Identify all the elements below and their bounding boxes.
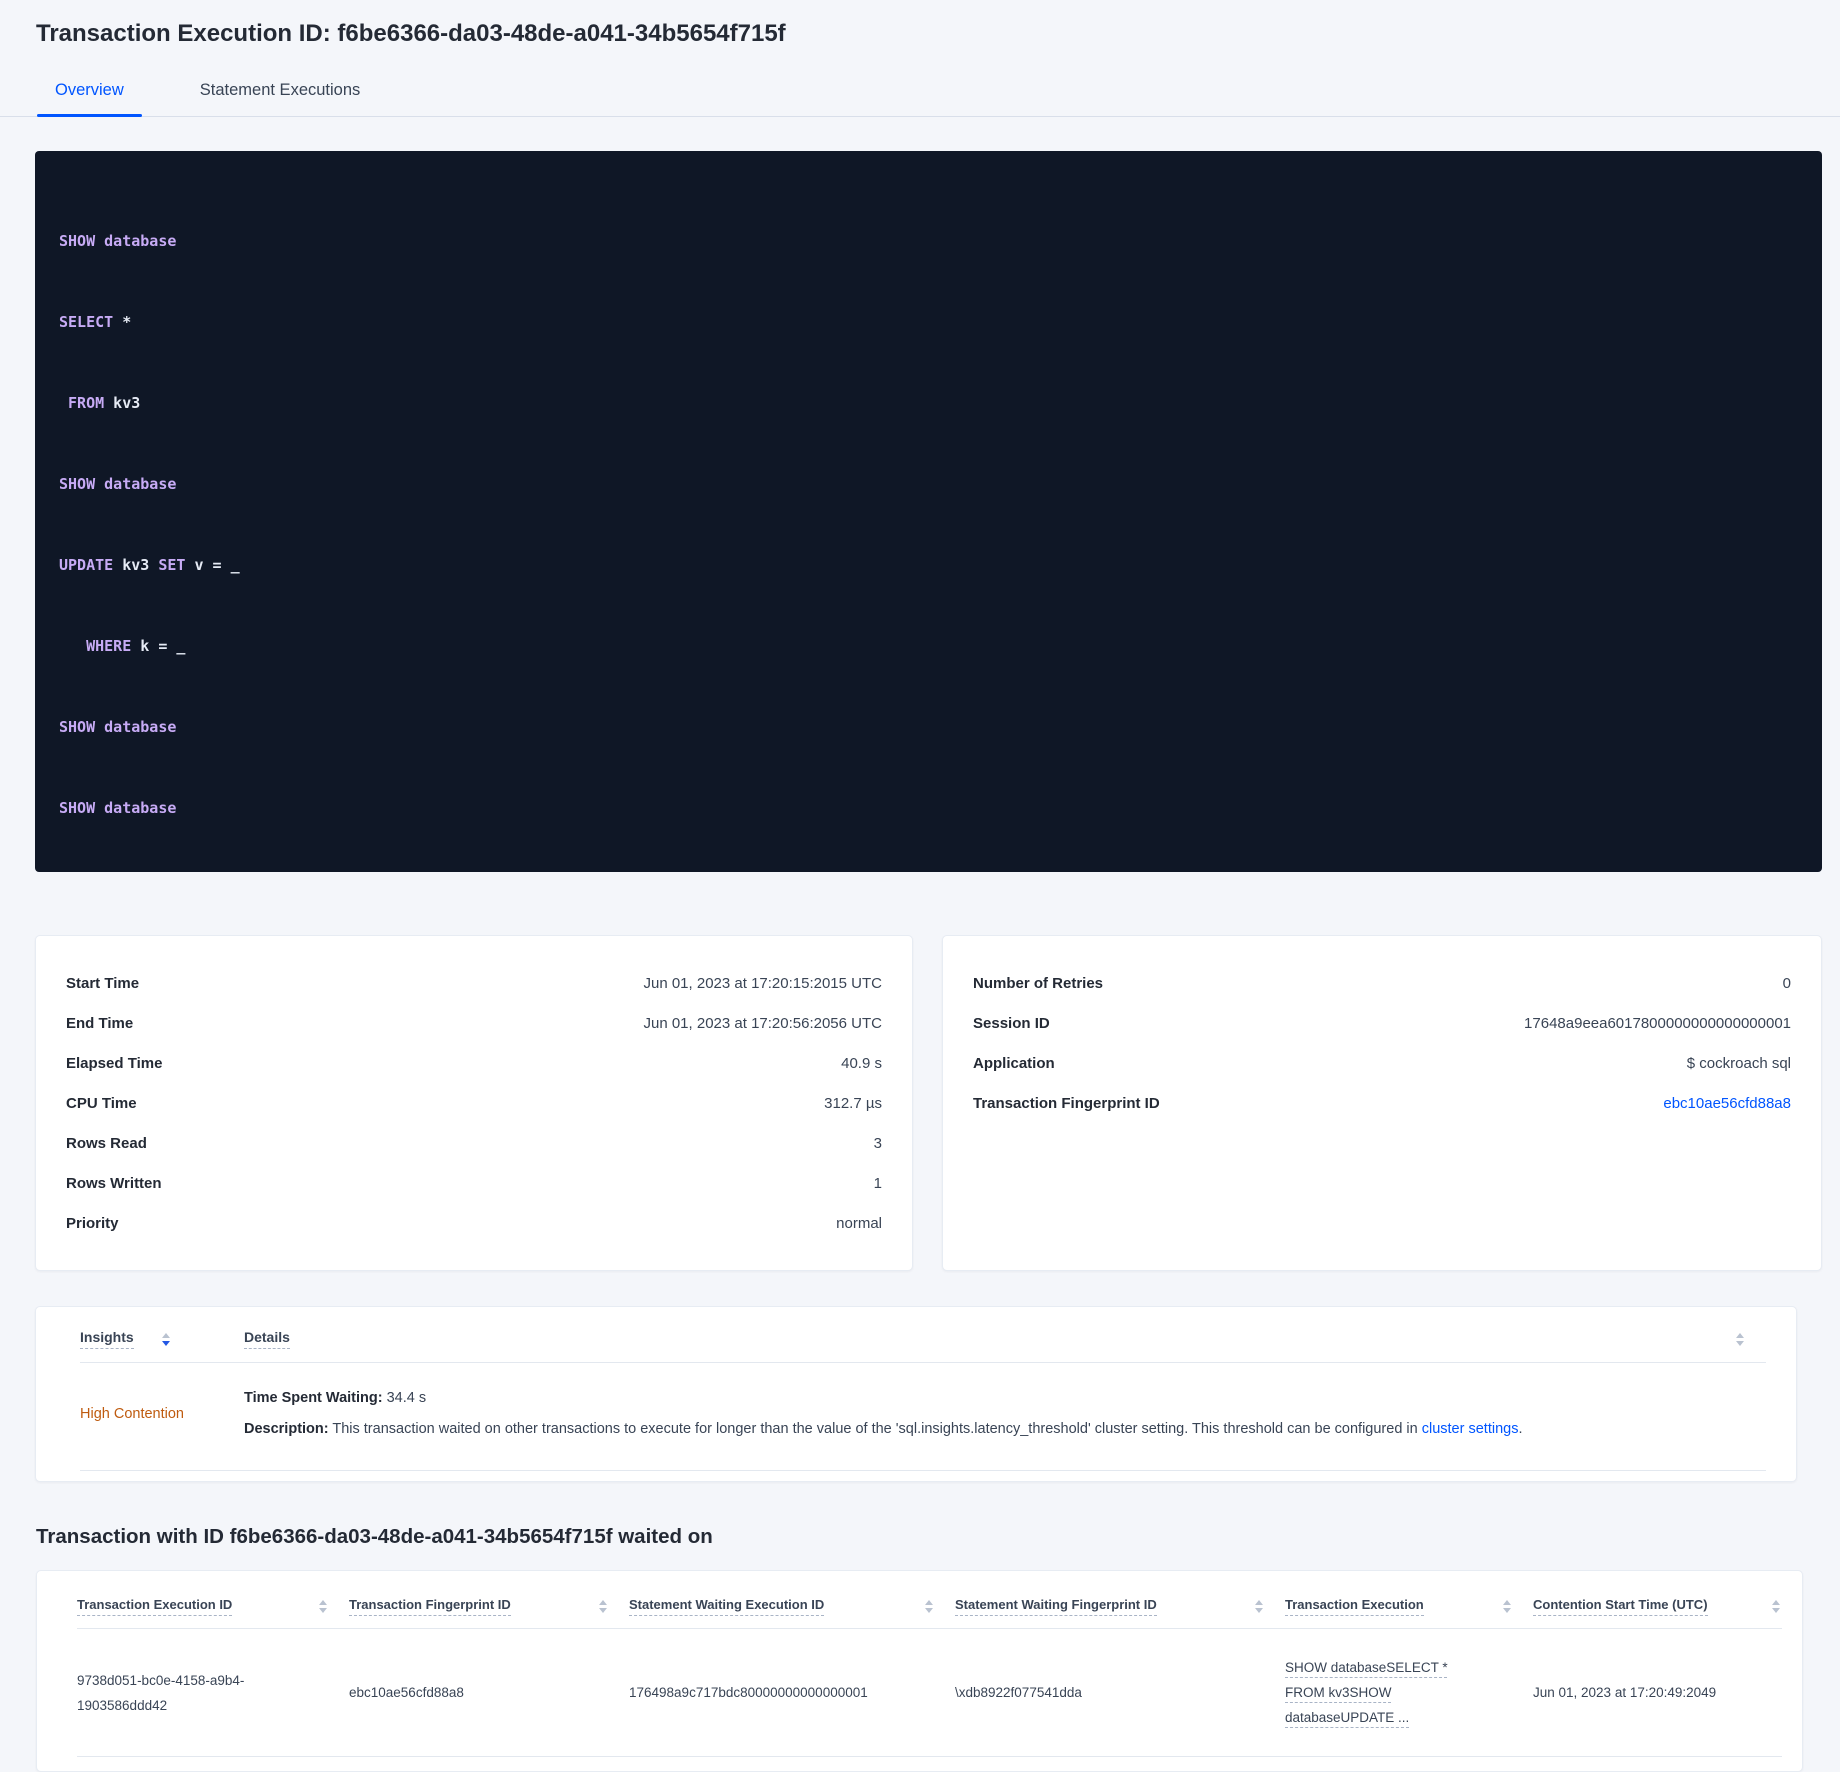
- kv-value: normal: [836, 1214, 882, 1232]
- kv-value: 312.7 µs: [824, 1094, 882, 1112]
- kv-row-cpu-time: CPU Time 312.7 µs: [66, 1083, 882, 1123]
- kv-value: 0: [1782, 974, 1791, 992]
- sort-icon[interactable]: [599, 1600, 607, 1613]
- sql-line: WHERE k = _: [59, 637, 186, 655]
- tab-overview[interactable]: Overview: [37, 74, 142, 117]
- insights-header-row: Insights Details: [80, 1329, 1766, 1363]
- cell-statement-waiting-execution-id: 176498a9c717bdc80000000000000001: [629, 1685, 868, 1700]
- kv-row-end-time: End Time Jun 01, 2023 at 17:20:56:2056 U…: [66, 1003, 882, 1043]
- kv-label: Number of Retries: [973, 974, 1104, 992]
- sort-desc-icon[interactable]: [161, 1332, 170, 1346]
- insights-sort-header[interactable]: Insights: [80, 1329, 134, 1349]
- kv-row-rows-read: Rows Read 3: [66, 1123, 882, 1163]
- column-header-statement-waiting-execution-id: Statement Waiting Execution ID: [629, 1597, 955, 1616]
- sql-line: SHOW database: [59, 232, 177, 250]
- column-header-contention-start-time: Contention Start Time (UTC): [1533, 1597, 1782, 1616]
- sort-header[interactable]: Statement Waiting Execution ID: [629, 1597, 825, 1616]
- sql-statements-box: SHOW database SELECT * FROM kv3 SHOW dat…: [35, 151, 1822, 872]
- sql-line: FROM kv3: [59, 394, 141, 412]
- kv-label: Priority: [66, 1214, 119, 1232]
- insight-row: High Contention Time Spent Waiting: 34.4…: [80, 1363, 1766, 1471]
- cell-transaction-execution-id: 9738d051-bc0e-4158-a9b4-1903586ddd42: [77, 1672, 245, 1713]
- column-header-transaction-fingerprint-id: Transaction Fingerprint ID: [349, 1597, 629, 1616]
- kv-row-session-id: Session ID 17648a9eea6017800000000000000…: [973, 1003, 1791, 1043]
- session-summary-card: Number of Retries 0 Session ID 17648a9ee…: [942, 935, 1822, 1271]
- kv-row-priority: Priority normal: [66, 1203, 882, 1243]
- kv-row-rows-written: Rows Written 1: [66, 1163, 882, 1203]
- kv-label: Session ID: [973, 1014, 1050, 1032]
- sort-header[interactable]: Transaction Execution: [1285, 1597, 1424, 1616]
- waited-table-header-row: Transaction Execution ID Transaction Fin…: [77, 1591, 1782, 1629]
- insights-card: Insights Details High Contention Time Sp…: [35, 1306, 1797, 1482]
- tab-bar: Overview Statement Executions: [0, 74, 1840, 117]
- sql-line: SHOW database: [59, 718, 177, 736]
- kv-row-transaction-fingerprint-id: Transaction Fingerprint ID ebc10ae56cfd8…: [973, 1083, 1791, 1123]
- cell-contention-start-time: Jun 01, 2023 at 17:20:49:2049: [1533, 1685, 1717, 1700]
- cluster-settings-link[interactable]: cluster settings: [1422, 1421, 1519, 1437]
- sql-line: UPDATE kv3 SET v = _: [59, 556, 240, 574]
- kv-value: 1: [873, 1174, 882, 1192]
- kv-row-application: Application $ cockroach sql: [973, 1043, 1791, 1083]
- sort-header[interactable]: Statement Waiting Fingerprint ID: [955, 1597, 1157, 1616]
- kv-label: Rows Read: [66, 1134, 147, 1152]
- summary-cards-row: Start Time Jun 01, 2023 at 17:20:15:2015…: [35, 935, 1822, 1271]
- sort-icon[interactable]: [319, 1600, 327, 1613]
- tab-statement-executions[interactable]: Statement Executions: [182, 74, 379, 116]
- kv-value: 40.9 s: [841, 1054, 882, 1072]
- kv-row-retries: Number of Retries 0: [973, 963, 1791, 1003]
- details-sort-header[interactable]: Details: [244, 1329, 290, 1349]
- page-title: Transaction Execution ID: f6be6366-da03-…: [36, 20, 786, 47]
- time-spent-waiting: Time Spent Waiting: 34.4 s: [244, 1390, 427, 1406]
- sort-header[interactable]: Contention Start Time (UTC): [1533, 1597, 1708, 1616]
- transaction-execution-link[interactable]: SHOW databaseSELECT * FROM kv3SHOW datab…: [1285, 1655, 1467, 1730]
- insight-description: Description: This transaction waited on …: [244, 1421, 1523, 1437]
- cell-transaction-fingerprint-id: ebc10ae56cfd88a8: [349, 1685, 464, 1700]
- column-header-statement-waiting-fingerprint-id: Statement Waiting Fingerprint ID: [955, 1597, 1285, 1616]
- kv-label: Start Time: [66, 974, 140, 992]
- kv-label: End Time: [66, 1014, 134, 1032]
- table-sort-control: [1736, 1332, 1766, 1346]
- kv-row-elapsed-time: Elapsed Time 40.9 s: [66, 1043, 882, 1083]
- kv-value: 17648a9eea6017800000000000000001: [1524, 1014, 1791, 1032]
- sql-line: SHOW database: [59, 799, 177, 817]
- kv-value: Jun 01, 2023 at 17:20:15:2015 UTC: [643, 974, 882, 992]
- sort-icon[interactable]: [1255, 1600, 1263, 1613]
- execution-summary-card: Start Time Jun 01, 2023 at 17:20:15:2015…: [35, 935, 913, 1271]
- kv-label: Application: [973, 1054, 1055, 1072]
- sql-line: SELECT *: [59, 313, 132, 331]
- kv-label: Elapsed Time: [66, 1054, 163, 1072]
- insight-details-cell: Time Spent Waiting: 34.4 s Description: …: [244, 1389, 1736, 1438]
- transaction-fingerprint-link[interactable]: ebc10ae56cfd88a8: [1663, 1095, 1791, 1112]
- kv-value: $ cockroach sql: [1686, 1054, 1791, 1072]
- cell-transaction-execution: SHOW databaseSELECT * FROM kv3SHOW datab…: [1285, 1655, 1533, 1730]
- cell-statement-waiting-fingerprint-id: \xdb8922f077541dda: [955, 1685, 1082, 1700]
- insight-type-label: High Contention: [80, 1405, 184, 1422]
- sort-header[interactable]: Transaction Execution ID: [77, 1597, 233, 1616]
- waited-on-table-card: Transaction Execution ID Transaction Fin…: [36, 1570, 1803, 1772]
- waited-on-heading: Transaction with ID f6be6366-da03-48de-a…: [36, 1525, 713, 1548]
- kv-label: Rows Written: [66, 1174, 162, 1192]
- kv-value: 3: [873, 1134, 882, 1152]
- insights-column-header: Insights: [80, 1329, 244, 1349]
- sort-icon[interactable]: [1772, 1600, 1780, 1613]
- kv-value: Jun 01, 2023 at 17:20:56:2056 UTC: [643, 1014, 882, 1032]
- kv-label: Transaction Fingerprint ID: [973, 1094, 1160, 1112]
- sql-line: SHOW database: [59, 475, 177, 493]
- kv-label: CPU Time: [66, 1094, 137, 1112]
- column-header-transaction-execution-id: Transaction Execution ID: [77, 1597, 349, 1616]
- sort-header[interactable]: Transaction Fingerprint ID: [349, 1597, 511, 1616]
- kv-row-start-time: Start Time Jun 01, 2023 at 17:20:15:2015…: [66, 963, 882, 1003]
- details-column-header: Details: [244, 1329, 1736, 1349]
- sort-icon[interactable]: [1503, 1600, 1511, 1613]
- sort-icon[interactable]: [1736, 1332, 1744, 1346]
- table-row: 9738d051-bc0e-4158-a9b4-1903586ddd42 ebc…: [77, 1629, 1782, 1757]
- column-header-transaction-execution: Transaction Execution: [1285, 1597, 1533, 1616]
- sort-icon[interactable]: [925, 1600, 933, 1613]
